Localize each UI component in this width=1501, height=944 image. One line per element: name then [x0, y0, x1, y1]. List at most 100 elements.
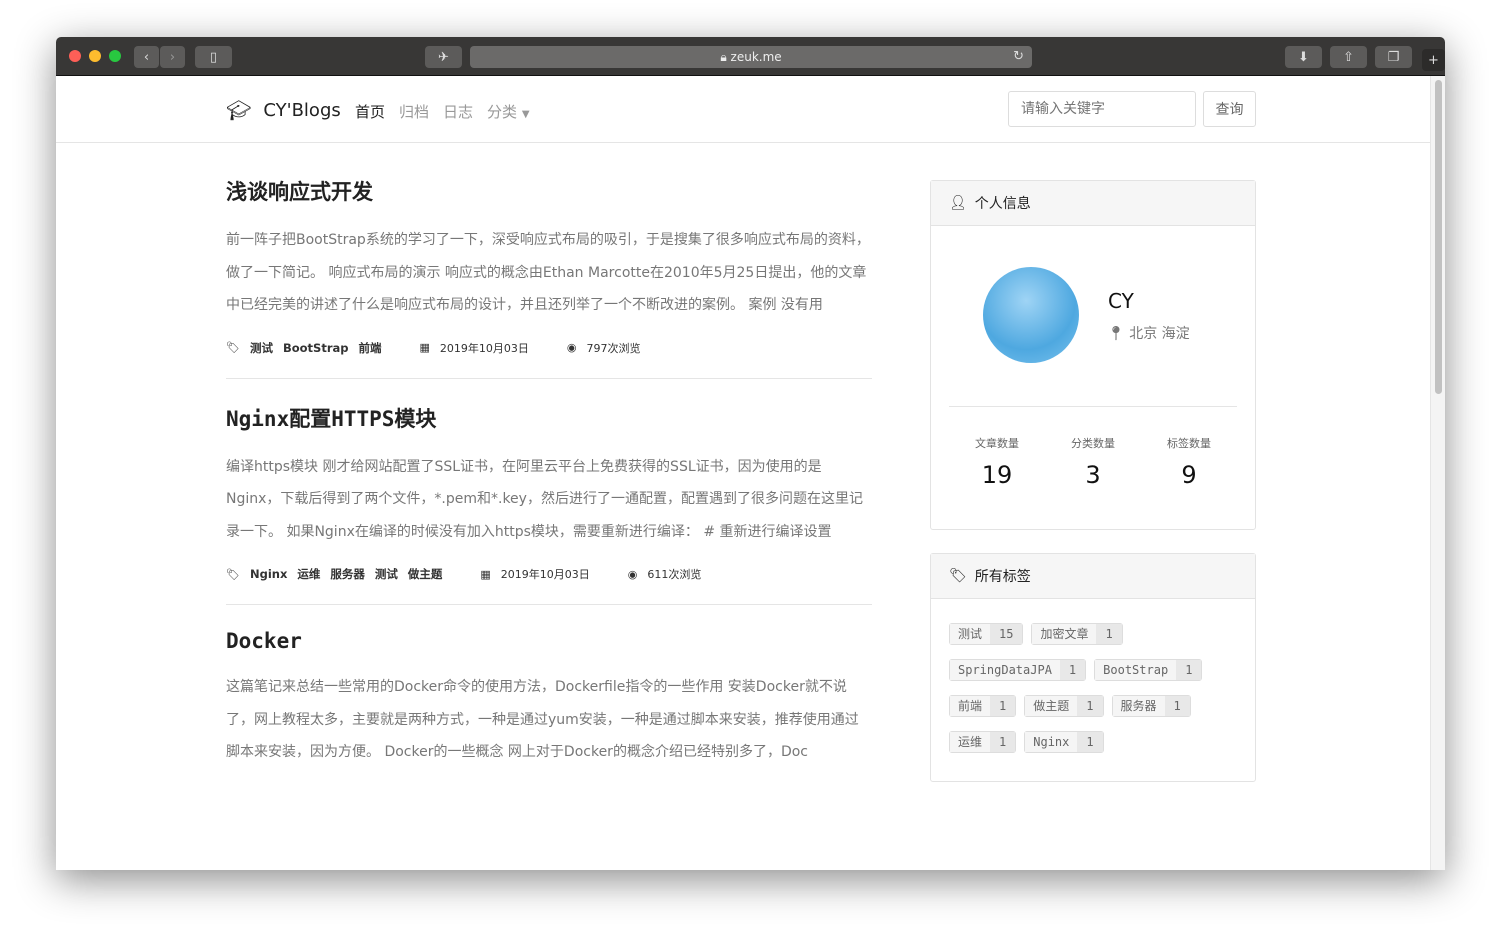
post-views: 611次浏览 [647, 568, 702, 581]
eye-icon: ◉ [627, 567, 638, 581]
post-tag[interactable]: 测试 [250, 340, 273, 356]
url-text: zeuk.me [730, 50, 782, 64]
stat-tags: 标签数量 9 [1141, 435, 1237, 489]
stat-label: 分类数量 [1071, 437, 1115, 450]
back-button[interactable]: ‹ [134, 46, 159, 68]
post-excerpt: 编译https模块 刚才给网站配置了SSL证书，在阿里云平台上免费获得的SSL证… [226, 458, 863, 540]
new-tab-button[interactable]: + [1422, 49, 1445, 71]
tags-panel: 🏷︎ 所有标签 测试 15 加密文章 1 SpringDataJPA 1 BootStrap 1… [930, 553, 1256, 782]
tag-chip[interactable]: BootStrap 1 [1094, 659, 1203, 681]
extension-button[interactable]: ✈ [425, 46, 462, 68]
profile-stats: 文章数量 19 分类数量 3 标签数量 9 [949, 406, 1237, 489]
tag-name: BootStrap [1095, 660, 1177, 680]
post-title[interactable]: Nginx配置HTTPS模块 [226, 403, 872, 433]
tag-chip[interactable]: SpringDataJPA 1 [949, 659, 1087, 681]
post-tag[interactable]: BootStrap [283, 341, 349, 355]
sidebar-icon: ▯ [209, 49, 218, 65]
tabs-button[interactable]: ❐ [1375, 46, 1412, 68]
stat-categories: 分类数量 3 [1045, 435, 1141, 489]
tag-count: 1 [1176, 660, 1202, 680]
post-date: 2019年10月03日 [439, 341, 529, 355]
post-tag[interactable]: Nginx [250, 567, 287, 581]
tag-chip[interactable]: 运维 1 [949, 731, 1017, 753]
minimize-window-button[interactable] [89, 50, 101, 62]
tag-name: 加密文章 [1032, 624, 1097, 644]
nav-home[interactable]: 首页 [355, 101, 385, 122]
tag-chip[interactable]: 做主题 1 [1024, 695, 1104, 717]
nav-category-dropdown[interactable]: 分类 ▼ [487, 101, 530, 122]
download-icon: ⬇ [1298, 49, 1309, 65]
lock-icon: 🔒︎ [720, 49, 731, 64]
tag-count: 1 [1164, 696, 1190, 716]
post-meta: 🏷︎ Nginx 运维 服务器 测试 做主题 ▦ 2019年10月03日 ◉ 6… [226, 562, 872, 586]
calendar-icon: ▦ [419, 341, 430, 354]
nav-log[interactable]: 日志 [443, 101, 473, 122]
post-tag[interactable]: 服务器 [330, 566, 365, 582]
avatar [983, 267, 1079, 363]
search-button[interactable]: 查询 [1203, 91, 1256, 127]
post-excerpt: 这篇笔记来总结一些常用的Docker命令的使用方法，Dockerfile指令的一… [226, 679, 859, 760]
close-window-button[interactable] [69, 50, 81, 62]
post-title[interactable]: 浅谈响应式开发 [226, 176, 872, 206]
tag-name: Nginx [1025, 732, 1078, 752]
post-tag[interactable]: 测试 [375, 566, 398, 582]
navbar: 🎓︎ CY'Blogs 首页 归档 日志 分类 ▼ 查询 [56, 76, 1430, 143]
scrollbar[interactable] [1430, 76, 1445, 870]
eye-icon: ◉ [566, 341, 577, 354]
profile-panel-header: 👤︎ 个人信息 [931, 181, 1255, 226]
reload-icon[interactable]: ↻ [1013, 49, 1024, 64]
search-input[interactable] [1008, 91, 1196, 127]
tag-chip[interactable]: 前端 1 [949, 695, 1017, 717]
brand-name: CY'Blogs [263, 99, 341, 121]
post-title[interactable]: Docker [226, 629, 872, 653]
user-icon: 👤︎ [949, 195, 967, 211]
forward-button[interactable]: › [160, 46, 185, 68]
sidebar-toggle-button[interactable]: ▯ [195, 46, 232, 68]
tags-panel-header: 🏷︎ 所有标签 [931, 554, 1255, 599]
tag-name: 测试 [950, 624, 991, 644]
tag-name: SpringDataJPA [950, 660, 1060, 680]
chevron-left-icon: ‹ [143, 49, 150, 65]
tags-icon: 🏷︎ [226, 341, 240, 354]
maximize-window-button[interactable] [109, 50, 121, 62]
post-list: 浅谈响应式开发 前一阵子把BootStrap系统的学习了一下，深受响应式布局的吸… [226, 176, 872, 825]
tag-count: 1 [1059, 660, 1086, 680]
nav-category-label: 分类 [487, 103, 518, 121]
tag-count: 1 [990, 732, 1016, 752]
tag-count: 1 [990, 696, 1016, 716]
stat-value: 3 [1085, 461, 1101, 489]
graduation-cap-icon: 🎓︎ [226, 98, 252, 122]
post-item: Nginx配置HTTPS模块 编译https模块 刚才给网站配置了SSL证书，在… [226, 403, 872, 605]
tag-chip[interactable]: Nginx 1 [1024, 731, 1104, 753]
post-excerpt: 前一阵子把BootStrap系统的学习了一下，深受响应式布局的吸引，于是搜集了很… [226, 232, 870, 313]
tag-cloud: 测试 15 加密文章 1 SpringDataJPA 1 BootStrap 1 前端 1 做主题 1… [931, 599, 1231, 781]
location-text: 北京 海淀 [1129, 326, 1190, 342]
post-tag[interactable]: 做主题 [408, 566, 443, 582]
stat-label: 标签数量 [1167, 437, 1211, 450]
tag-name: 运维 [950, 732, 991, 752]
nav-archive[interactable]: 归档 [399, 101, 429, 122]
map-marker-icon: 📍︎ [1107, 326, 1125, 342]
tag-chip[interactable]: 加密文章 1 [1031, 623, 1123, 645]
caret-down-icon: ▼ [521, 109, 530, 120]
nav-links: 首页 归档 日志 分类 ▼ [355, 101, 530, 122]
post-item: 浅谈响应式开发 前一阵子把BootStrap系统的学习了一下，深受响应式布局的吸… [226, 176, 872, 379]
tag-count: 15 [990, 624, 1023, 644]
brand-link[interactable]: 🎓︎ CY'Blogs [226, 98, 341, 122]
post-tag[interactable]: 前端 [358, 340, 381, 356]
share-button[interactable]: ⇧ [1330, 46, 1367, 68]
profile-name: CY [1108, 289, 1134, 313]
browser-toolbar: ‹ › ▯ ✈ 🔒︎ zeuk.me ↻ ⬇ ⇧ ❐ + [56, 37, 1445, 76]
page-content: 🎓︎ CY'Blogs 首页 归档 日志 分类 ▼ 查询 浅谈响应式开发 前一阵… [56, 76, 1430, 870]
browser-window: ‹ › ▯ ✈ 🔒︎ zeuk.me ↻ ⬇ ⇧ ❐ + 🎓︎ CY'Blogs … [56, 37, 1445, 870]
scrollbar-thumb[interactable] [1435, 80, 1442, 394]
tag-name: 做主题 [1025, 696, 1078, 716]
tag-name: 服务器 [1112, 696, 1165, 716]
post-tag[interactable]: 运维 [297, 566, 320, 582]
downloads-button[interactable]: ⬇ [1285, 46, 1322, 68]
chevron-right-icon: › [169, 49, 176, 65]
address-bar[interactable]: 🔒︎ zeuk.me ↻ [470, 46, 1032, 68]
tag-chip[interactable]: 服务器 1 [1111, 695, 1191, 717]
tag-chip[interactable]: 测试 15 [949, 623, 1024, 645]
stat-value: 19 [981, 461, 1013, 489]
